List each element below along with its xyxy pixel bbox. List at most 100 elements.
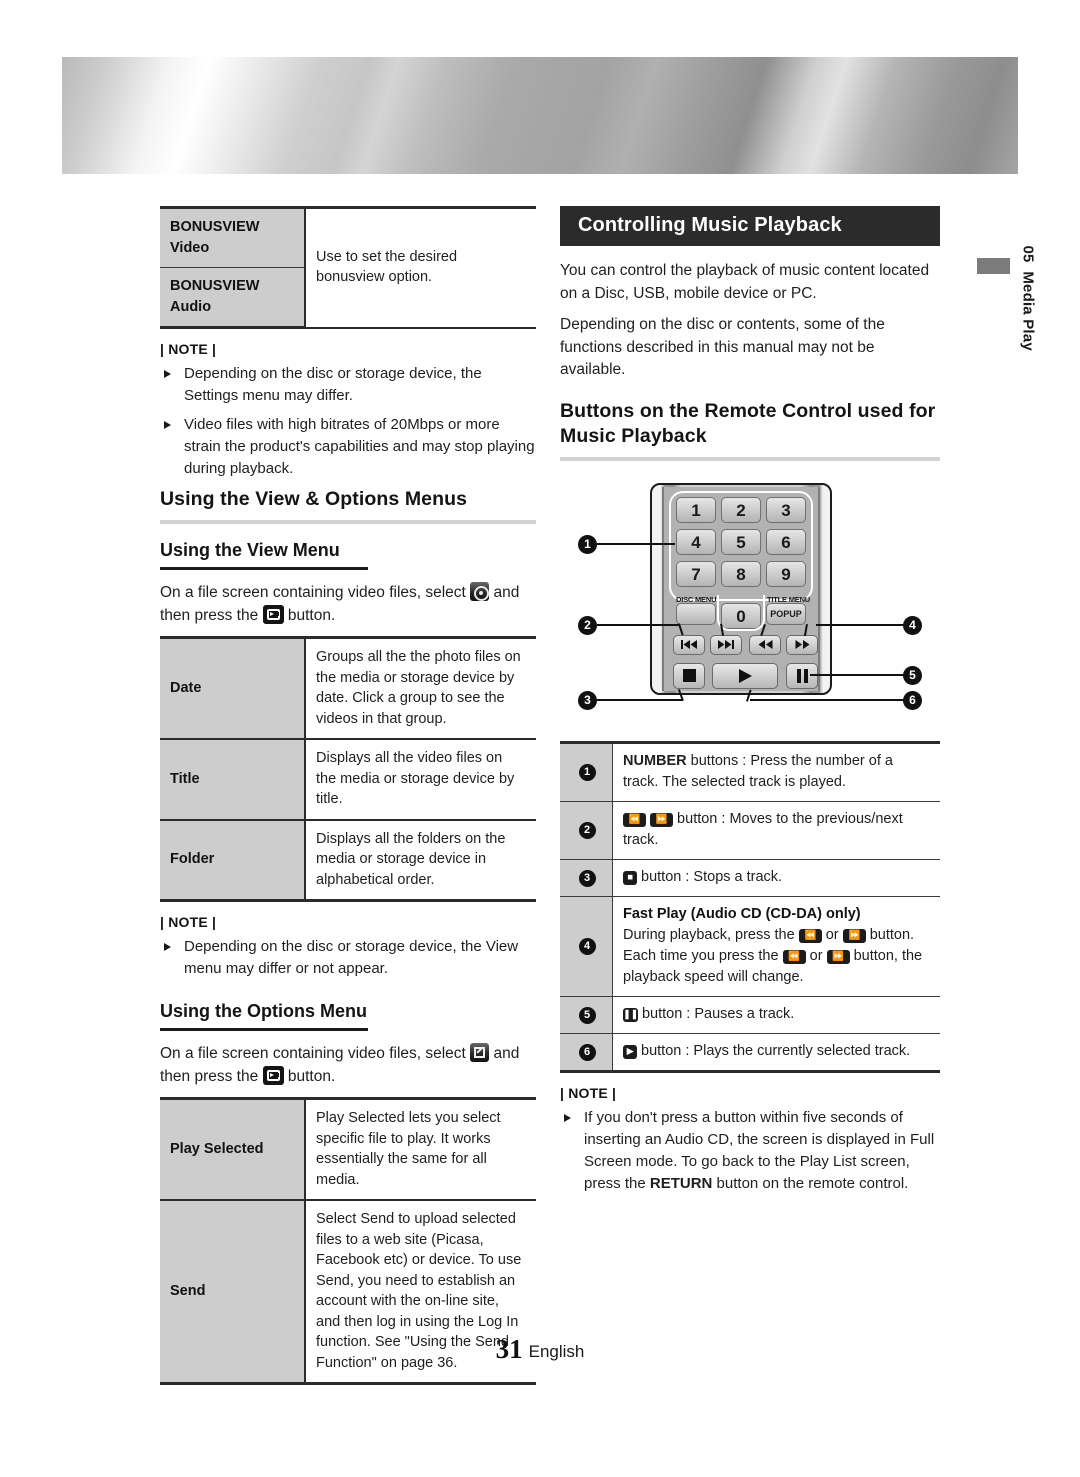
pause-icon: ❚❚: [623, 1007, 638, 1022]
instruction-text-c: button.: [287, 1067, 336, 1085]
pause-icon: [796, 668, 808, 683]
remote-key-stop[interactable]: [673, 662, 705, 689]
intro-paragraph-1: You can control the playback of music co…: [560, 262, 930, 302]
fast-forward-icon: ⏩: [826, 949, 850, 964]
callout-1: 1: [578, 534, 597, 554]
callout-4: 4: [903, 615, 922, 635]
fast-play-line2b: or: [809, 947, 823, 964]
table-row: 4 Fast Play (Audio CD (CD-DA) only) Duri…: [560, 896, 940, 997]
note-label: | NOTE |: [160, 341, 217, 357]
view-row-key: Title: [160, 738, 306, 821]
subheading-rule: [160, 567, 368, 570]
leader-line-5: [810, 674, 904, 676]
options-row-value: Play Selected lets you select specific f…: [305, 1097, 536, 1201]
metallic-header-banner: [62, 57, 1018, 174]
note-list: If you don't press a button within five …: [560, 1107, 940, 1195]
view-row-key: Date: [160, 636, 306, 740]
legend-text-cell: ▶ button : Plays the currently selected …: [612, 1033, 940, 1073]
numpad-outline-tail: [717, 594, 765, 631]
leader-line-2: [597, 624, 679, 626]
callout-badge: 1: [578, 764, 596, 781]
list-item: If you don't press a button within five …: [560, 1107, 940, 1195]
callout-badge: 6: [578, 1043, 596, 1061]
remote-legend-table: 1 NUMBER buttons : Press the number of a…: [560, 740, 940, 1073]
leader-line-6: [750, 699, 904, 701]
view-menu-table: Date Groups all the the photo files on t…: [160, 636, 536, 902]
chapter-tab-text: 05 Media Play: [1020, 190, 1037, 396]
rewind-icon: ⏪: [782, 949, 806, 964]
legend-text-cell: ❚❚ button : Pauses a track.: [612, 996, 940, 1034]
page-footer: 31 English: [0, 1334, 1080, 1365]
remote-key-fast-forward[interactable]: [786, 634, 818, 655]
legend-number-cell: 4: [560, 896, 613, 997]
legend-number-cell: 5: [560, 996, 613, 1034]
key-line-2: Video: [170, 239, 210, 256]
numpad-outline: [669, 490, 813, 601]
table-row: 3 ■ button : Stops a track.: [560, 859, 940, 897]
remote-control-diagram: 1 2 3 4 5 6 7 8 9 DISC MENU 0 TITLE MENU…: [560, 477, 940, 727]
leader-line-3: [597, 699, 683, 701]
options-menu-instructions: On a file screen containing video files,…: [160, 1043, 536, 1088]
intro-paragraph-2: Depending on the disc or contents, some …: [560, 316, 885, 378]
chapter-tab-swatch: [977, 258, 1010, 274]
view-row-value: Groups all the the photo files on the me…: [305, 636, 536, 740]
table-row: Title Displays all the video files on th…: [160, 738, 536, 821]
legend-text: button : Pauses a track.: [637, 1005, 795, 1022]
callout-badge: 5: [578, 1006, 596, 1024]
remote-key-popup[interactable]: POPUP: [766, 602, 806, 625]
play-icon: ▶: [623, 1044, 637, 1059]
legend-text-cell: NUMBER buttons : Press the number of a t…: [612, 740, 940, 802]
note-text-b: button on the remote control.: [716, 1174, 909, 1192]
heading-view-options-menus: Using the View & Options Menus: [160, 488, 468, 510]
note-list: Depending on the disc or storage device,…: [160, 363, 536, 480]
fast-play-line1b: or: [825, 926, 839, 943]
remote-key-rewind[interactable]: [749, 634, 781, 655]
remote-key-previous[interactable]: [673, 634, 705, 655]
options-icon: [470, 1043, 490, 1062]
note-list: Depending on the disc or storage device,…: [160, 936, 536, 980]
callout-3: 3: [578, 690, 597, 710]
bonusview-description: Use to set the desired bonusview option.: [305, 206, 536, 329]
view-row-key: Folder: [160, 819, 306, 902]
heading-options-menu: Using the Options Menu: [160, 1001, 367, 1021]
note-label: | NOTE |: [560, 1084, 617, 1101]
legend-number-cell: 6: [560, 1033, 613, 1073]
legend-text: button : Plays the currently selected tr…: [637, 1042, 911, 1059]
options-row-key: Play Selected: [160, 1097, 306, 1201]
bonusview-video-key: BONUSVIEW Video: [160, 206, 306, 268]
previous-track-icon: ⏪: [623, 812, 646, 827]
fast-play-line1c: button.: [869, 926, 915, 943]
subheading-rule: [160, 1028, 368, 1031]
list-item: Video files with high bitrates of 20Mbps…: [160, 414, 536, 480]
legend-number-cell: 2: [560, 801, 613, 860]
table-row: 5 ❚❚ button : Pauses a track.: [560, 996, 940, 1034]
heading-remote-buttons: Buttons on the Remote Control used for M…: [560, 399, 936, 447]
legend-text-cell: ⏪ ⏩ button : Moves to the previous/next …: [612, 801, 940, 860]
list-item: Depending on the disc or storage device,…: [160, 936, 536, 980]
remote-key-disc-menu[interactable]: [676, 602, 716, 625]
key-line-2: Audio: [170, 298, 212, 315]
right-column: Controlling Music Playback You can contr…: [560, 206, 940, 1202]
chapter-number: 05: [1019, 245, 1037, 263]
heading-rule: [560, 456, 940, 461]
view-mode-icon: [470, 582, 490, 601]
enter-button-icon: [262, 604, 284, 624]
fast-forward-icon: ⏩: [842, 928, 866, 943]
note-label: | NOTE |: [160, 914, 217, 930]
disc-menu-label: DISC MENU: [676, 594, 717, 604]
instruction-text-a: On a file screen containing video files,…: [160, 584, 466, 601]
remote-key-play[interactable]: [712, 662, 778, 689]
table-row: Play Selected Play Selected lets you sel…: [160, 1097, 536, 1201]
chapter-side-tab: 05 Media Play: [977, 246, 1037, 438]
next-track-icon: ⏩: [650, 812, 674, 827]
callout-badge: 2: [578, 822, 596, 839]
key-line-1: BONUSVIEW: [170, 278, 260, 294]
legend-text: button : Stops a track.: [637, 868, 783, 885]
table-row: 2 ⏪ ⏩ button : Moves to the previous/nex…: [560, 801, 940, 860]
bonusview-audio-key: BONUSVIEW Audio: [160, 267, 306, 329]
chapter-title: Media Play: [1019, 271, 1037, 351]
page-number: 31: [495, 1334, 523, 1364]
remote-key-next[interactable]: [710, 634, 742, 655]
fast-play-line1a: During playback, press the: [623, 926, 795, 943]
legend-number-cell: 3: [560, 859, 613, 897]
